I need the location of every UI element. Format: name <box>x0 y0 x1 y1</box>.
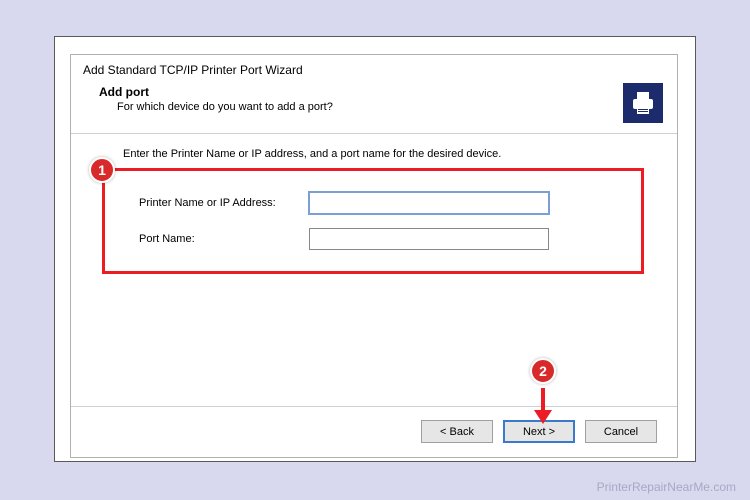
port-name-input[interactable] <box>309 228 549 250</box>
ip-label: Printer Name or IP Address: <box>139 197 309 209</box>
header-subtitle: For which device do you want to add a po… <box>99 101 333 113</box>
cancel-button[interactable]: Cancel <box>585 420 657 443</box>
divider-bottom <box>71 406 677 407</box>
annotation-badge-2: 2 <box>530 358 556 384</box>
port-row: Port Name: <box>139 228 637 250</box>
dialog-title: Add Standard TCP/IP Printer Port Wizard <box>71 55 677 81</box>
annotation-badge-1: 1 <box>89 157 115 183</box>
wizard-dialog: Add Standard TCP/IP Printer Port Wizard … <box>70 54 678 458</box>
header-title: Add port <box>99 85 333 99</box>
annotation-arrow <box>541 388 545 412</box>
printer-icon <box>623 83 663 123</box>
instruction-text: Enter the Printer Name or IP address, an… <box>71 134 677 170</box>
ip-address-input[interactable] <box>309 192 549 214</box>
ip-row: Printer Name or IP Address: <box>139 192 637 214</box>
header-text: Add port For which device do you want to… <box>99 83 333 113</box>
dialog-header: Add port For which device do you want to… <box>71 81 677 133</box>
form-area: Printer Name or IP Address: Port Name: <box>71 170 677 250</box>
port-label: Port Name: <box>139 233 309 245</box>
back-button[interactable]: < Back <box>421 420 493 443</box>
watermark: PrinterRepairNearMe.com <box>597 480 736 494</box>
